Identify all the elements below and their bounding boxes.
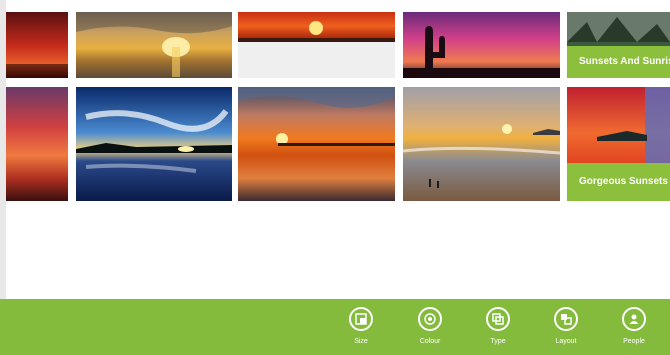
collection-tile-gorgeous-sunsets[interactable]: Gorgeous Sunsets [567, 87, 670, 201]
image-thumbnail[interactable] [238, 12, 395, 78]
type-label: Type [490, 338, 506, 345]
type-button[interactable]: Type [473, 307, 523, 353]
people-button[interactable]: People [609, 307, 659, 353]
collection-label: Sunsets And Sunrises [567, 46, 670, 78]
image-thumbnail[interactable] [238, 87, 395, 201]
people-icon [622, 307, 646, 331]
collection-tile-sunsets-and-sunrises[interactable]: Sunsets And Sunrises [567, 12, 670, 78]
image-thumbnail[interactable] [403, 87, 560, 201]
colour-icon [418, 307, 442, 331]
colour-label: Colour [419, 338, 441, 345]
collection-label: Gorgeous Sunsets [567, 163, 670, 201]
colour-button[interactable]: Colour [405, 307, 455, 353]
image-thumbnail[interactable] [76, 12, 232, 78]
layout-label: Layout [555, 338, 577, 345]
image-thumbnail[interactable] [6, 12, 68, 78]
size-button[interactable]: Size [336, 307, 386, 353]
image-thumbnail[interactable] [6, 87, 68, 201]
app-bar: Size Colour Type Layout People [0, 299, 670, 355]
size-icon [349, 307, 373, 331]
layout-icon [554, 307, 578, 331]
image-thumbnail[interactable] [403, 12, 560, 78]
image-thumbnail[interactable] [76, 87, 232, 201]
type-icon [486, 307, 510, 331]
layout-button[interactable]: Layout [541, 307, 591, 353]
people-label: People [623, 338, 645, 345]
size-label: Size [354, 338, 368, 345]
